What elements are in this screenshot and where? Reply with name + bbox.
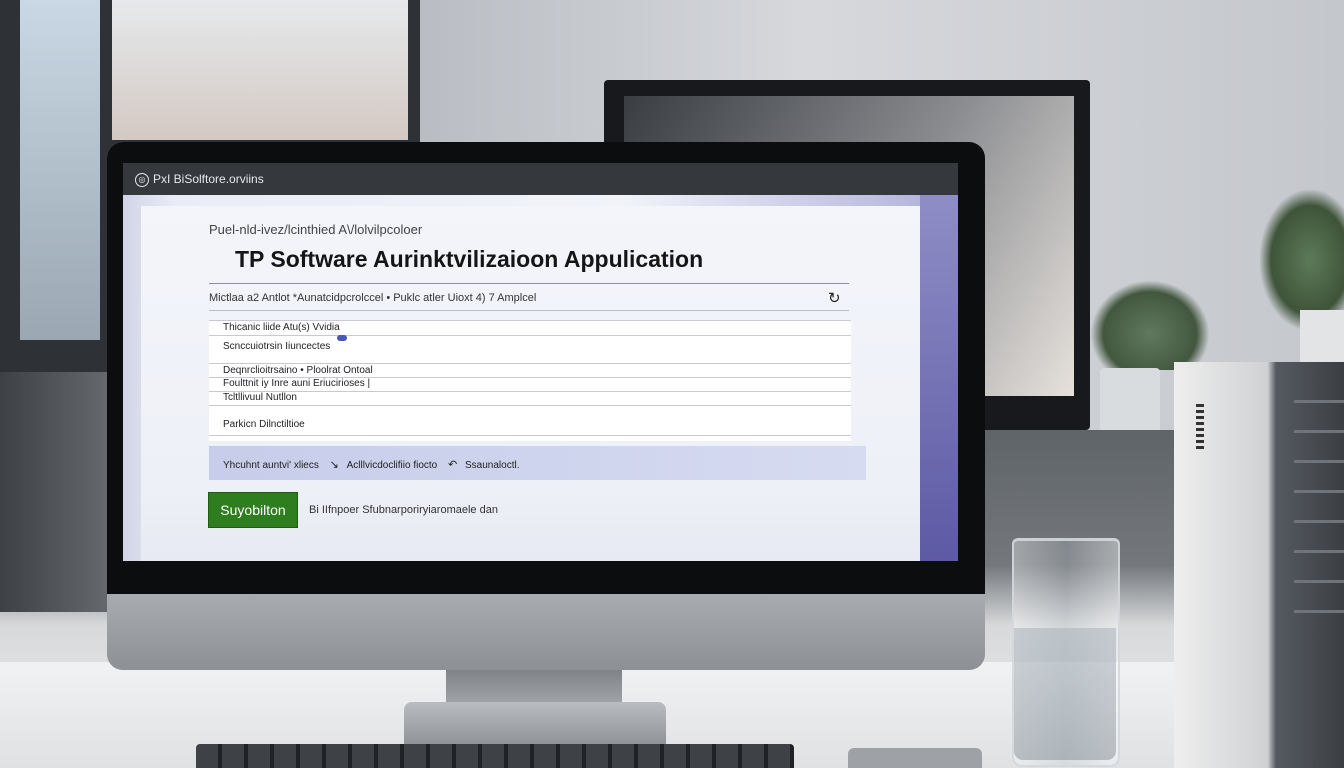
plant xyxy=(1090,280,1210,370)
server-slat xyxy=(1294,550,1344,553)
water xyxy=(1014,628,1116,760)
server-slat xyxy=(1294,460,1344,463)
submit-button[interactable]: Suyobilton xyxy=(208,492,298,528)
server-slat xyxy=(1294,520,1344,523)
form-row[interactable]: Deqnrclioitrsaino • Ploolrat Ontoal xyxy=(209,363,851,378)
divider xyxy=(209,310,849,311)
arrow-icon: ↘ xyxy=(329,459,339,471)
form-label: Scnccuiotrsin Iiuncectes xyxy=(223,341,331,352)
form-label: Thicanic liide Atu(s) Vvidia xyxy=(223,322,340,333)
form-label: Foulttnit iy Inre auni Eriucirioses | xyxy=(223,378,371,389)
info-segment: Yhcuhnt auntvi' xliecs xyxy=(223,460,319,471)
title-bar: ◎ PxI BiSolftore.orviins xyxy=(123,163,958,195)
left-object xyxy=(0,372,108,612)
form-row[interactable]: Scnccuiotrsin Iiuncectes xyxy=(209,335,851,364)
meta-line: Mictlaa a2 Antlot *Aunatcidpcrolccel • P… xyxy=(209,292,537,304)
server-label xyxy=(1196,404,1204,452)
application-form: Thicanic liide Atu(s) Vvidia Scnccuiotrs… xyxy=(209,320,851,441)
window-pane xyxy=(20,0,100,340)
server-slat xyxy=(1294,580,1344,583)
photo-scene: ◎ PxI BiSolftore.orviins Puel-nld-ivez/l… xyxy=(0,0,1344,768)
form-label: Parkicn Dilnctiltioe xyxy=(223,419,305,430)
page-title: TP Software Aurinktvilizaioon Appulicati… xyxy=(235,246,704,272)
info-segment: Ssaunaloctl. xyxy=(465,460,520,471)
keyboard xyxy=(196,744,794,768)
form-row[interactable]: Tcltllivuul Nutllon xyxy=(209,391,851,406)
divider xyxy=(209,283,849,284)
monitor-stand-foot xyxy=(404,702,666,746)
window-title: PxI BiSolftore.orviins xyxy=(153,172,264,186)
server-slat xyxy=(1294,430,1344,433)
page-subtitle: Puel-nld-ivez/lcinthied A\/lolvilpcoloer xyxy=(209,222,423,237)
app-icon: ◎ xyxy=(135,173,149,187)
form-label: Tcltllivuul Nutllon xyxy=(223,392,297,403)
window-pane xyxy=(112,0,408,140)
mouse xyxy=(848,748,982,768)
server-slat xyxy=(1294,490,1344,493)
info-text: Yhcuhnt auntvi' xliecs ↘ Aclllvicdoclifi… xyxy=(223,458,528,471)
monitor-chin xyxy=(107,594,985,670)
screen-edge xyxy=(920,195,958,561)
app-screen: ◎ PxI BiSolftore.orviins Puel-nld-ivez/l… xyxy=(123,163,958,561)
form-row[interactable]: Foulttnit iy Inre auni Eriucirioses | xyxy=(209,377,851,392)
arrow-icon: ↶ xyxy=(448,459,458,471)
reload-icon[interactable]: ↻ xyxy=(828,291,842,306)
info-segment: Aclllvicdoclifiio fiocto xyxy=(346,460,438,471)
submit-note: Bi IIfnpoer Sfubnarporiryiaromaele dan xyxy=(309,504,498,516)
plant xyxy=(1260,190,1344,330)
application-page: Puel-nld-ivez/lcinthied A\/lolvilpcoloer… xyxy=(141,206,920,561)
form-row[interactable]: Parkicn Dilnctiltioe xyxy=(209,405,851,436)
server-slat xyxy=(1294,610,1344,613)
form-label: Deqnrclioitrsaino • Ploolrat Ontoal xyxy=(223,365,373,376)
info-bar: Yhcuhnt auntvi' xliecs ↘ Aclllvicdoclifi… xyxy=(209,446,866,480)
server-slat xyxy=(1294,400,1344,403)
form-row[interactable]: Thicanic liide Atu(s) Vvidia xyxy=(209,321,851,336)
